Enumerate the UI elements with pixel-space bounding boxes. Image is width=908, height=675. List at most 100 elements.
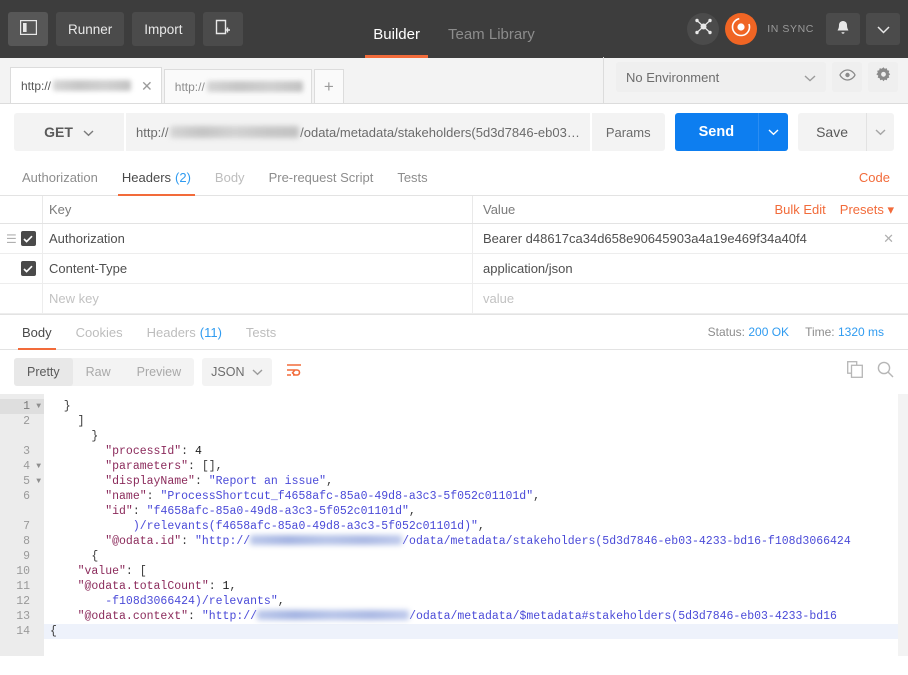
code-token: : [181,445,195,458]
body-view-raw[interactable]: Raw [73,358,124,386]
code-token: , [277,595,285,608]
code-token: , [477,520,485,533]
code-content[interactable]: } ] } "processId": 4 "parameters": [], "… [44,394,908,656]
line-number: 4 ▼ [23,459,41,474]
body-format-select[interactable]: JSON [202,358,273,386]
header-value-cell[interactable]: application/json [472,254,908,283]
tab-builder[interactable]: Builder [359,27,434,58]
new-tab-button[interactable] [202,12,243,46]
table-row[interactable]: ☰ Authorization Bearer d48617ca34d658e90… [0,224,908,254]
send-options-button[interactable] [758,113,789,151]
chevron-down-icon [768,123,779,141]
code-token: : [181,535,195,548]
drag-handle-icon[interactable]: ☰ [6,233,17,245]
row-enabled-checkbox[interactable] [20,231,36,246]
row-gutter: ☰ [0,231,42,246]
code-line: { [44,549,908,564]
environment-quick-look-button[interactable] [832,62,862,92]
eye-icon [838,68,856,86]
word-wrap-button[interactable] [280,358,308,386]
sidebar-toggle-button[interactable] [8,12,48,46]
line-number: 6 [23,490,30,503]
presets-button[interactable]: Presets ▾ [836,202,908,218]
response-tab-headers[interactable]: Headers (11) [135,315,234,349]
body-view-pretty[interactable]: Pretty [14,358,73,386]
body-view-preview[interactable]: Preview [124,358,194,386]
fold-toggle-icon[interactable]: ▼ [36,474,41,489]
vertical-scrollbar[interactable] [898,394,908,656]
code-link-label: Code [858,170,890,185]
fold-toggle-icon[interactable]: ▼ [36,459,41,474]
notifications-button[interactable] [826,13,860,45]
tab-builder-label: Builder [373,26,420,43]
row-enabled-checkbox[interactable] [20,261,36,276]
code-link[interactable]: Code [851,160,898,195]
fold-toggle-icon[interactable]: ▼ [36,399,41,414]
tab-body[interactable]: Body [203,160,257,195]
headers-value-column-header: Value Bulk Edit Presets ▾ [472,196,908,223]
tab-tests-label: Tests [397,170,428,185]
code-token: "http:// [194,535,251,548]
table-row[interactable]: ☰ Content-Type application/json [0,254,908,284]
headers-key-column-header: Key [42,196,472,223]
code-gutter: 1 ▼ 2 3 4 ▼ 5 ▼ 6 7 8 9 10 11 12 13 14 [0,394,44,656]
runner-button[interactable]: Runner [56,12,125,46]
tab-team-library[interactable]: Team Library [434,27,549,58]
line-number [0,504,44,519]
header-key-cell[interactable]: Content-Type [42,254,472,283]
header-value-cell[interactable]: Bearer d48617ca34d658e90645903a4a19e469f… [472,224,908,253]
interceptor-button[interactable] [687,13,720,45]
new-header-value-input[interactable]: value [472,284,908,313]
code-token: , [533,490,541,503]
headers-value-column-label: Value [483,202,516,217]
request-tab-1[interactable]: http:// ✕ [10,67,162,103]
response-tab-tests[interactable]: Tests [234,315,288,349]
code-token: , [326,475,333,488]
request-url-prefix: http:// [136,124,169,140]
code-token: ] [50,415,85,428]
response-tab-cookies-label: Cookies [75,324,123,340]
header-key-cell[interactable]: Authorization [42,224,472,253]
header-menu-button[interactable] [866,13,900,45]
tab-pre-request-script[interactable]: Pre-request Script [257,160,386,195]
params-button[interactable]: Params [591,113,665,151]
code-line: -f108d3066424)/relevants", [44,594,908,609]
header-value-text: application/json [483,261,573,276]
headers-table-header-row: Key Value Bulk Edit Presets ▾ [0,196,908,224]
request-url-input[interactable]: http:// /odata/metadata/stakeholders(5d3d… [126,113,590,151]
response-tab-cookies[interactable]: Cookies [64,315,135,349]
sync-button[interactable] [725,13,758,45]
save-options-button[interactable] [866,113,894,151]
code-token: : [], [188,460,223,473]
tab-headers-count: (2) [175,170,191,185]
code-token: { [50,550,99,563]
environment-settings-button[interactable] [868,62,898,92]
response-tab-body[interactable]: Body [10,315,64,350]
environment-select[interactable]: No Environment [616,62,826,92]
copy-icon[interactable] [847,361,863,383]
import-button[interactable]: Import [132,12,195,46]
response-tabs: Body Cookies Headers (11) Tests Status: … [0,314,908,350]
new-header-key-input[interactable]: New key [42,284,472,313]
table-row-new[interactable]: New key value [0,284,908,314]
tab-headers[interactable]: Headers (2) [110,160,203,196]
save-button[interactable]: Save [798,113,866,151]
tab-body-label: Body [214,170,245,185]
close-icon[interactable]: ✕ [883,231,908,247]
search-icon[interactable] [877,361,894,383]
http-method-select[interactable]: GET [14,113,124,151]
tab-authorization[interactable]: Authorization [10,160,110,195]
tab-authorization-label: Authorization [22,170,98,185]
code-token: "f4658afc-85a0-49d8-a3c3-5f052c01101d" [146,505,409,518]
tab-tests[interactable]: Tests [385,160,439,195]
request-tab-2[interactable]: http:// [163,69,312,103]
bulk-edit-button[interactable]: Bulk Edit [764,202,835,217]
tab-headers-label: Headers [121,170,172,185]
code-token: : [208,580,223,593]
close-icon[interactable]: ✕ [131,79,153,93]
code-token: : [188,610,202,623]
add-request-tab-button[interactable]: + [313,69,344,103]
response-body-viewer[interactable]: 1 ▼ 2 3 4 ▼ 5 ▼ 6 7 8 9 10 11 12 13 14 } ] } "processId"… [0,394,908,656]
line-number: 5 ▼ [23,474,41,489]
send-button[interactable]: Send [674,113,759,151]
